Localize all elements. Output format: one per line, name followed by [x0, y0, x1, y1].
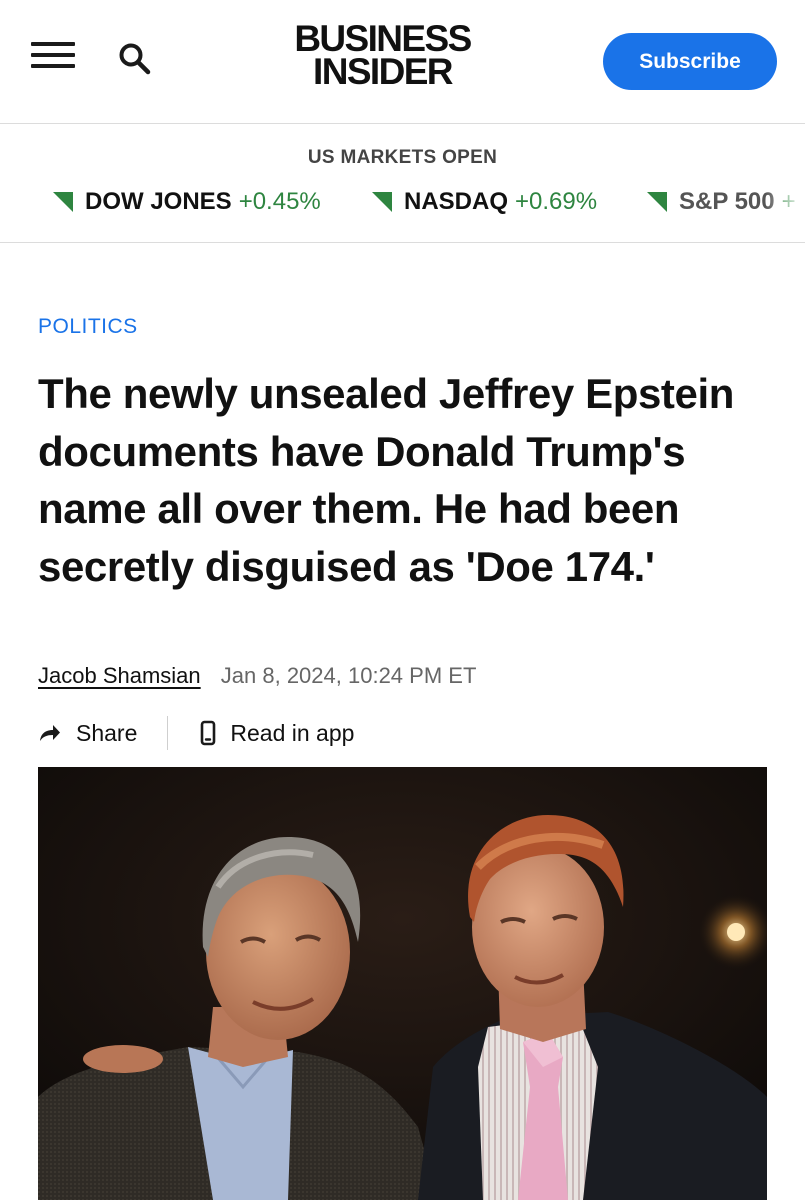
ticker-fade — [765, 179, 805, 229]
article-category-link[interactable]: POLITICS — [38, 315, 138, 339]
article-hero-image — [38, 767, 767, 1200]
ticker-name: NASDAQ — [404, 188, 509, 215]
share-label: Share — [76, 719, 138, 746]
business-insider-logo[interactable]: BUSINESS INSIDER — [270, 20, 495, 94]
markets-bar: US MARKETS OPEN DOW JONES +0.45% NASDAQ … — [0, 124, 805, 243]
byline: Jacob Shamsian Jan 8, 2024, 10:24 PM ET — [38, 663, 476, 689]
trend-up-icon — [372, 192, 392, 212]
share-arrow-icon — [40, 725, 60, 741]
trend-up-icon — [647, 192, 667, 212]
ticker-dow-jones[interactable]: DOW JONES +0.45% — [53, 187, 321, 217]
ticker-change: +0.69% — [515, 188, 598, 215]
author-link[interactable]: Jacob Shamsian — [38, 663, 201, 688]
publish-date: Jan 8, 2024, 10:24 PM ET — [220, 663, 477, 688]
trend-up-icon — [53, 192, 73, 212]
ticker-name: S&P 500 — [679, 188, 775, 215]
hamburger-menu-icon[interactable] — [31, 40, 75, 70]
phone-icon — [201, 720, 216, 746]
article-headline: The newly unsealed Jeffrey Epstein docum… — [38, 370, 734, 590]
subscribe-button[interactable]: Subscribe — [603, 33, 777, 90]
share-button[interactable]: Share — [38, 720, 137, 747]
photo-illustration — [38, 767, 767, 1200]
ticker-name: DOW JONES — [85, 188, 232, 215]
article-actions: Share Read in app — [38, 715, 354, 751]
markets-status: US MARKETS OPEN — [307, 147, 498, 168]
action-divider — [167, 716, 169, 750]
search-icon[interactable] — [116, 40, 154, 78]
ticker-nasdaq[interactable]: NASDAQ +0.69% — [372, 187, 597, 217]
logo-line-2: INSIDER — [313, 51, 453, 92]
read-in-app-button[interactable]: Read in app — [200, 720, 354, 747]
read-in-app-label: Read in app — [230, 719, 355, 746]
site-header: BUSINESS INSIDER Subscribe — [0, 0, 805, 124]
ticker-change: +0.45% — [238, 188, 321, 215]
